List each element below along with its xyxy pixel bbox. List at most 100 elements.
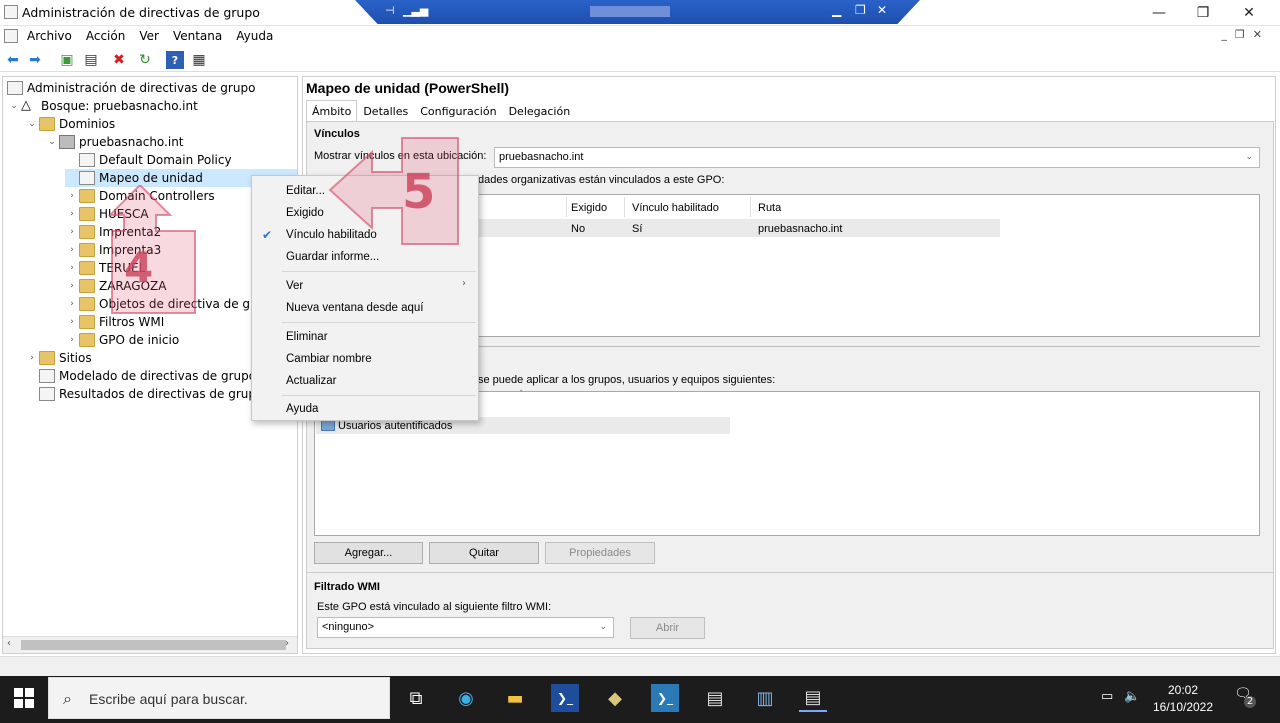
rdp-minimize-icon[interactable]: ▁ (832, 3, 841, 17)
task-view-icon[interactable]: ⧉ (402, 684, 430, 712)
menu-item-nueva-ventana[interactable]: Nueva ventana desde aquí (286, 302, 423, 314)
volume-muted-icon[interactable]: 🔈 (1124, 689, 1140, 704)
rdp-connection-bar[interactable]: ⊣ ▁▃▅ ▁ ❐ ✕ (355, 0, 920, 24)
rdp-restore-icon[interactable]: ❐ (855, 3, 866, 17)
menu-item-editar[interactable]: Editar... (286, 185, 325, 197)
expand-icon[interactable]: › (65, 335, 79, 345)
expand-icon[interactable]: › (65, 227, 79, 237)
clock-time: 20:02 (1167, 683, 1199, 697)
starter-gpo-folder-icon (79, 333, 95, 347)
rdp-close-icon[interactable]: ✕ (877, 3, 887, 17)
open-wmi-button[interactable]: Abrir (630, 617, 705, 639)
refresh-icon[interactable]: ↻ (136, 51, 154, 69)
gpmc-small-icon[interactable] (4, 29, 18, 43)
tab-detalles[interactable]: Detalles (357, 100, 414, 122)
collapse-icon[interactable]: ⌄ (25, 119, 39, 129)
show-hide-tree-icon[interactable]: ▤ (82, 51, 100, 69)
add-button[interactable]: Agregar... (314, 542, 423, 564)
expand-icon[interactable]: › (65, 299, 79, 309)
tree-item-default-domain-policy[interactable]: Default Domain Policy (65, 151, 232, 169)
wmi-heading: Filtrado WMI (314, 581, 380, 593)
menu-ayuda[interactable]: Ayuda (229, 29, 280, 43)
menu-ventana[interactable]: Ventana (166, 29, 229, 43)
tree-results[interactable]: Resultados de directivas de grupo (25, 385, 263, 403)
gpmc-root-icon (7, 81, 23, 95)
collapse-icon[interactable]: ⌄ (7, 101, 21, 111)
menu-item-ver[interactable]: Ver (286, 280, 303, 292)
security-filter-description: se puede aplicar a los grupos, usuarios … (478, 374, 776, 386)
submenu-arrow-icon: › (462, 278, 466, 289)
maximize-button[interactable]: ❐ (1180, 0, 1226, 26)
col-divider (624, 197, 625, 217)
tab-ambito[interactable]: Ámbito (306, 100, 358, 122)
menu-archivo[interactable]: Archivo (20, 29, 79, 43)
menu-item-cambiar-nombre[interactable]: Cambiar nombre (286, 353, 372, 365)
forward-icon[interactable]: ➡ (26, 51, 44, 69)
expand-icon[interactable]: › (65, 209, 79, 219)
expand-icon[interactable]: › (65, 281, 79, 291)
expand-icon[interactable]: › (65, 191, 79, 201)
expand-icon[interactable]: › (25, 353, 39, 363)
ou-folder-icon (79, 207, 95, 221)
powershell-ise-icon[interactable]: ❯_ (651, 684, 679, 712)
properties-pane-icon[interactable]: ▦ (190, 51, 208, 69)
menu-item-exigido[interactable]: Exigido (286, 207, 324, 219)
tree-domains[interactable]: ⌄ Dominios (25, 115, 115, 133)
edge-browser-icon[interactable]: ◉ (452, 684, 480, 712)
expand-icon[interactable]: › (65, 317, 79, 327)
taskbar-search-box[interactable]: ⌕ Escribe aquí para buscar. (48, 677, 390, 719)
server-manager-icon[interactable]: ◆ (601, 684, 629, 712)
wmi-filter-combo[interactable]: <ninguno> ⌄ (317, 617, 614, 638)
menu-item-guardar-informe[interactable]: Guardar informe... (286, 251, 379, 263)
window-title: Administración de directivas de grupo (22, 5, 260, 20)
windows-start-icon[interactable] (14, 688, 34, 708)
tree-domain[interactable]: ⌄ pruebasnacho.int (45, 133, 184, 151)
notification-center-icon[interactable]: 🗨 2 (1232, 686, 1256, 710)
taskbar-clock[interactable]: 20:02 16/10/2022 (1150, 682, 1216, 716)
network-icon[interactable]: ▭ (1101, 689, 1113, 704)
mdi-window-controls[interactable]: _❐✕ (1221, 28, 1270, 41)
col-header-exigido[interactable]: Exigido (571, 202, 607, 214)
gpo-link-icon (79, 153, 95, 167)
expand-icon[interactable]: › (65, 245, 79, 255)
table-row[interactable] (478, 219, 1000, 237)
tree-root[interactable]: Administración de directivas de grupo (7, 79, 255, 97)
help-icon[interactable]: ? (166, 51, 184, 69)
scroll-left-icon[interactable]: ‹ (7, 638, 11, 649)
menu-item-eliminar[interactable]: Eliminar (286, 331, 328, 343)
col-header-ruta[interactable]: Ruta (758, 202, 781, 214)
tab-configuracion[interactable]: Configuración (414, 100, 502, 122)
tab-delegacion[interactable]: Delegación (503, 100, 577, 122)
scroll-right-icon[interactable]: › (285, 638, 289, 649)
scroll-thumb[interactable] (21, 640, 286, 650)
col-header-vinculo-habilitado[interactable]: Vínculo habilitado (632, 202, 719, 214)
tree-sites[interactable]: › Sitios (25, 349, 92, 367)
menu-accion[interactable]: Acción (79, 29, 132, 43)
remove-button[interactable]: Quitar (429, 542, 539, 564)
menu-item-actualizar[interactable]: Actualizar (286, 375, 337, 387)
tree-modeling[interactable]: Modelado de directivas de grupo (25, 367, 256, 385)
up-folder-icon[interactable]: ▣ (58, 51, 76, 69)
pin-icon[interactable]: ⊣ (385, 4, 395, 17)
links-location-combo[interactable]: pruebasnacho.int ⌄ (494, 147, 1260, 168)
gpmc-taskbar-icon[interactable]: ▤ (701, 684, 729, 712)
tree-forest[interactable]: ⌄ △ Bosque: pruebasnacho.int (7, 97, 198, 115)
tree-horizontal-scrollbar[interactable]: ‹ › (3, 636, 297, 653)
tree-item-starter-gpos[interactable]: › GPO de inicio (65, 331, 179, 349)
menu-item-ayuda[interactable]: Ayuda (286, 403, 318, 415)
menu-separator (282, 322, 476, 323)
results-icon (39, 387, 55, 401)
powershell-icon[interactable]: ❯_ (551, 684, 579, 712)
properties-button[interactable]: Propiedades (545, 542, 655, 564)
delete-icon[interactable]: ✖ (110, 51, 128, 69)
back-icon[interactable]: ⬅ (4, 51, 22, 69)
close-button[interactable]: ✕ (1226, 0, 1272, 26)
expand-icon[interactable]: › (65, 263, 79, 273)
tree-sites-label: Sitios (59, 351, 92, 365)
collapse-icon[interactable]: ⌄ (45, 137, 59, 147)
minimize-button[interactable]: — (1136, 0, 1182, 26)
gpmc-active-taskbar-icon[interactable]: ▤ (799, 684, 827, 712)
file-explorer-icon[interactable]: ▬ (501, 684, 529, 712)
menu-ver[interactable]: Ver (132, 29, 166, 43)
active-directory-icon[interactable]: ▥ (751, 684, 779, 712)
